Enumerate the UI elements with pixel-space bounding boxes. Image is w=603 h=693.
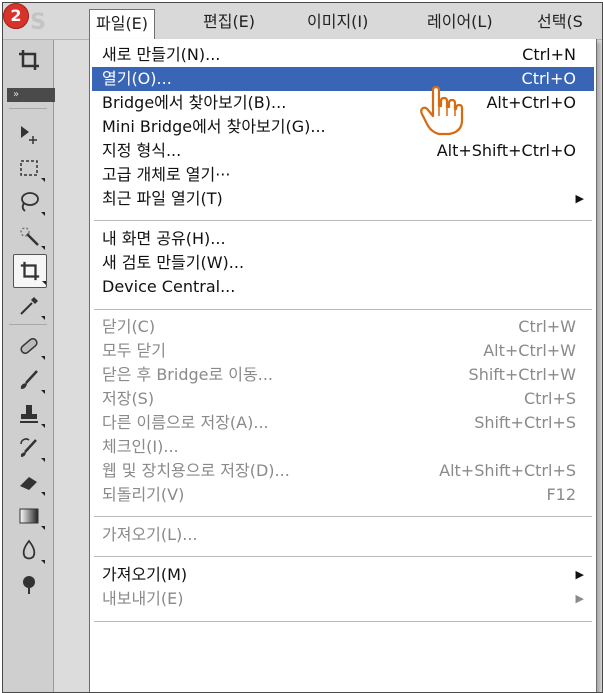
menu-item-label: 새로 만들기(N)... [102,45,221,64]
menu-item-save-for-web[interactable]: 웹 및 장치용으로 저장(D)... Alt+Shift+Ctrl+S [92,459,594,483]
menu-item-close-go-bridge[interactable]: 닫은 후 Bridge로 이동... Shift+Ctrl+W [92,363,594,387]
menu-item-shortcut: Alt+Shift+Ctrl+S [439,461,576,480]
menu-item-label: 저장(S) [102,389,155,408]
menu-item-label: 가져오기(L)... [102,525,198,544]
menu-layer[interactable]: 레이어(L) [421,11,499,33]
eraser-tool-icon[interactable] [13,466,45,498]
menu-separator [94,309,592,310]
submenu-arrow-icon: ▶ [575,192,584,205]
menu-edit[interactable]: 편집(E) [197,11,261,33]
menu-item-shortcut: Ctrl+N [522,45,576,64]
menu-item-shortcut: Ctrl+O [521,69,576,88]
move-tool-icon[interactable] [13,118,45,150]
menu-item-label: 웹 및 장치용으로 저장(D)... [102,461,290,480]
menu-item-share-screen[interactable]: 내 화면 공유(H)... [92,227,594,251]
menu-item-label: 모두 닫기 [102,341,166,360]
menu-item-new[interactable]: 새로 만들기(N)... Ctrl+N [92,43,594,67]
menu-item-create-review[interactable]: 새 검토 만들기(W)... [92,251,594,275]
menu-item-shortcut: Shift+Ctrl+W [468,365,576,384]
menu-separator [94,220,592,221]
menu-item-label: Mini Bridge에서 찾아보기(G)... [102,117,326,136]
menu-item-label: 최근 파일 열기(T) [102,189,223,208]
brush-tool-icon[interactable] [13,364,45,396]
photoshop-window: PS 2 파일(E) 편집(E) 이미지(I) 레이어(L) 선택(S » 새로… [2,2,603,693]
menu-bar: PS 2 파일(E) 편집(E) 이미지(I) 레이어(L) 선택(S [3,3,602,40]
menu-item-check-in[interactable]: 체크인(I)... [92,435,594,459]
menu-item-label: 내 화면 공유(H)... [102,229,226,248]
menu-item-label: 새 검토 만들기(W)... [102,253,245,272]
menu-item-label: 가져오기(M) [102,565,188,584]
menu-item-open-as[interactable]: 지정 형식... Alt+Shift+Ctrl+O [92,139,594,163]
menu-item-label: Bridge에서 찾아보기(B)... [102,93,287,112]
menu-item-place[interactable]: 가져오기(L)... [92,523,594,547]
gradient-tool-icon[interactable] [13,500,45,532]
menu-item-import[interactable]: 가져오기(M) ▶ [92,563,594,587]
menu-item-shortcut: Alt+Ctrl+W [483,341,576,360]
menu-image[interactable]: 이미지(I) [301,11,374,33]
lasso-tool-icon[interactable] [13,186,45,218]
menu-item-label: 체크인(I)... [102,437,179,456]
panel-collapse-bar[interactable]: » [7,88,55,102]
menu-item-shortcut: F12 [546,485,576,504]
menu-item-label: 닫은 후 Bridge로 이동... [102,365,273,384]
step-badge: 2 [3,3,29,29]
menu-item-shortcut: Ctrl+S [523,389,576,408]
menu-item-label: 열기(O)... [102,69,172,88]
menu-file[interactable]: 파일(E) [89,9,156,40]
healing-brush-tool-icon[interactable] [13,330,45,362]
menu-item-label: 내보내기(E) [102,589,184,608]
menu-item-browse-mini-bridge[interactable]: Mini Bridge에서 찾아보기(G)... [92,115,594,139]
menu-item-label: 지정 형식... [102,141,182,160]
menu-item-export[interactable]: 내보내기(E) ▶ [92,587,594,611]
toolbar-divider [9,324,47,325]
menu-separator [94,556,592,557]
dodge-tool-icon[interactable] [13,568,45,600]
menu-item-save-as[interactable]: 다른 이름으로 저장(A)... Shift+Ctrl+S [92,411,594,435]
toolbar-divider [9,108,47,109]
magic-wand-tool-icon[interactable] [13,220,45,252]
menu-item-open-recent[interactable]: 최근 파일 열기(T) ▶ [92,187,594,211]
menu-item-label: 닫기(C) [102,317,156,336]
menu-item-open[interactable]: 열기(O)... Ctrl+O [92,67,594,91]
menu-item-device-central[interactable]: Device Central... [92,275,594,299]
menu-select[interactable]: 선택(S [531,11,589,33]
menu-item-save[interactable]: 저장(S) Ctrl+S [92,387,594,411]
menu-item-label: 고급 개체로 열기··· [102,165,231,184]
menu-item-shortcut: Alt+Shift+Ctrl+O [436,141,576,160]
menu-item-label: 다른 이름으로 저장(A)... [102,413,269,432]
menu-item-revert[interactable]: 되돌리기(V) F12 [92,483,594,507]
file-dropdown-menu: 새로 만들기(N)... Ctrl+N 열기(O)... Ctrl+O Brid… [89,39,597,692]
menu-item-open-smart-object[interactable]: 고급 개체로 열기··· [92,163,594,187]
menu-item-close-all[interactable]: 모두 닫기 Alt+Ctrl+W [92,339,594,363]
menu-separator [94,516,592,517]
menu-item-shortcut: Ctrl+W [518,317,576,336]
history-brush-tool-icon[interactable] [13,432,45,464]
menu-item-label: Device Central... [102,277,236,296]
crop-tool-icon[interactable] [13,254,47,288]
hand-pointer-icon [420,86,464,136]
blur-tool-icon[interactable] [13,534,45,566]
menu-separator [94,621,592,622]
submenu-arrow-icon: ▶ [575,568,584,581]
submenu-arrow-icon: ▶ [575,592,584,605]
menu-item-label: 되돌리기(V) [102,485,185,504]
eyedropper-tool-icon[interactable] [13,290,45,322]
menu-item-shortcut: Shift+Ctrl+S [474,413,576,432]
tools-panel: » [3,40,55,692]
marquee-tool-icon[interactable] [13,152,45,184]
menu-item-close[interactable]: 닫기(C) Ctrl+W [92,315,594,339]
menu-item-shortcut: Alt+Ctrl+O [486,93,576,112]
clone-stamp-tool-icon[interactable] [13,398,45,430]
menu-item-browse-bridge[interactable]: Bridge에서 찾아보기(B)... Alt+Ctrl+O [92,91,594,115]
crop-tool-top-icon[interactable] [13,44,45,76]
